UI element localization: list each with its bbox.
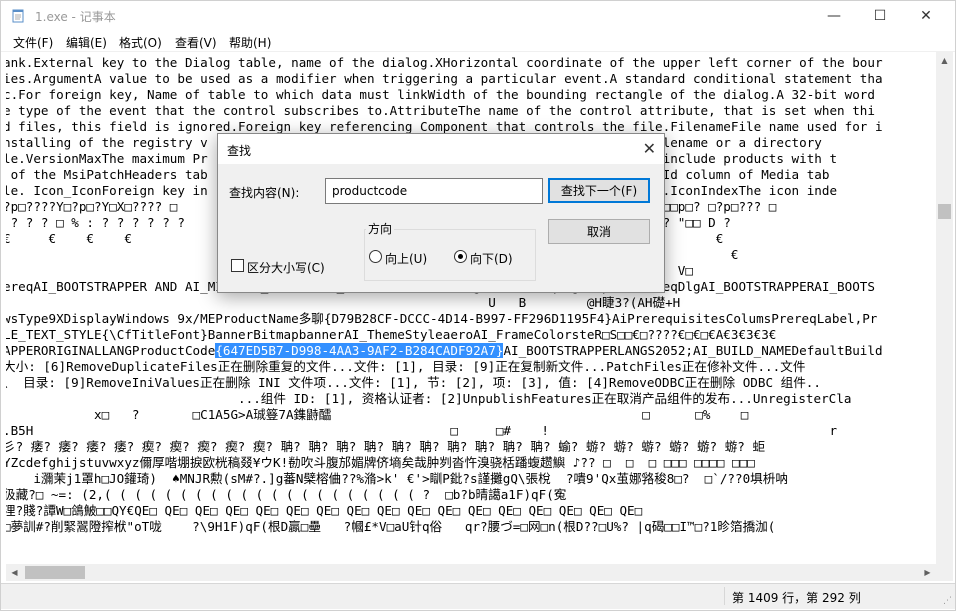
find-next-button[interactable]: 查找下一个(F) [548, 178, 650, 203]
editor-line: LE_TEXT_STYLE{\CfTitleFont}BannerBitmapb… [6, 327, 777, 342]
resize-grip-icon[interactable]: ⋰ [943, 596, 952, 606]
scrollbar-corner [936, 564, 953, 581]
horizontal-scrollbar[interactable]: ◀ ▶ [6, 564, 936, 581]
find-what-input[interactable] [325, 178, 543, 204]
maximize-button[interactable]: ☐ [857, 1, 903, 31]
editor-content: ank.External key to the Dialog table, na… [6, 55, 883, 535]
minimize-icon: — [827, 8, 841, 24]
notepad-app-icon [12, 9, 24, 23]
editor-line: x□ ? □C1A5G>A珹簦7A鏶鼭醽 □ □% □ [6, 407, 749, 422]
editor-line: .B5H □ □# ! r [6, 423, 838, 438]
editor-line: ank.External key to the Dialog table, na… [6, 55, 883, 70]
status-divider [724, 587, 725, 605]
menu-format[interactable]: 格式(O) [116, 33, 165, 52]
editor-line: 、 目录: [9]RemoveIniValues正在删除 INI 文件项...文… [6, 375, 821, 390]
menu-bar: 文件(F) 编辑(E) 格式(O) 查看(V) 帮助(H) [1, 31, 955, 52]
direction-down-radio[interactable] [454, 250, 467, 263]
find-dialog: 查找 ✕ 查找内容(N): 查找下一个(F) 取消 方向 向上(U) 向下(D)… [217, 133, 665, 293]
notepad-window: 1.exe - 记事本 — ☐ ✕ 文件(F) 编辑(E) 格式(O) 查看(V… [0, 0, 956, 611]
editor-line: APPERORIGINALLANGProductCode [6, 343, 216, 358]
editor-line: U B @H睫3?(AH礎+H [6, 295, 681, 310]
find-dialog-titlebar[interactable]: 查找 ✕ [218, 134, 664, 164]
window-title: 1.exe - 记事本 [35, 10, 116, 24]
direction-group-label: 方向 [366, 220, 395, 237]
minimize-button[interactable]: — [811, 1, 857, 31]
scroll-left-arrow-icon[interactable]: ◀ [6, 564, 23, 581]
close-icon[interactable]: ✕ [643, 139, 656, 158]
editor-line: □夢訓#?削緊翯隥搾栿"oT咙 ?\9H1F)qF(根D贏□壘 ?幗£*V□aU… [6, 519, 776, 534]
title-bar[interactable]: 1.exe - 记事本 — ☐ ✕ [1, 1, 955, 31]
find-dialog-title: 查找 [227, 144, 252, 158]
menu-file[interactable]: 文件(F) [10, 33, 56, 52]
vertical-scroll-thumb[interactable] [938, 204, 951, 219]
editor-line: ...组件 ID: [1], 资格认证者: [2]UnpublishFeatur… [6, 391, 852, 406]
match-case-label[interactable]: 区分大小写(C) [247, 259, 325, 276]
editor-line: 浬?賤?譚W□鴿鮍□□QY€QE□ QE□ QE□ QE□ QE□ QE□ QE… [6, 503, 643, 518]
menu-edit[interactable]: 编辑(E) [63, 33, 110, 52]
vertical-scrollbar[interactable]: ▲ ▼ [936, 52, 953, 580]
editor-line: 彶藏?□ ~=: (2,( ( ( ( ( ( ( ( ( ( ( ( ( ( … [6, 487, 567, 502]
direction-up-radio[interactable] [369, 250, 382, 263]
horizontal-scroll-thumb[interactable] [25, 566, 85, 579]
editor-line: wsType9XDisplayWindows 9x/MEProductName多… [6, 311, 878, 326]
menu-view[interactable]: 查看(V) [172, 33, 220, 52]
selected-text: {647ED5B7-D998-4AA3-9AF2-B284CADF92A7} [215, 343, 504, 358]
editor-line-tail: AI_BOOTSTRAPPERLANGS2052;AI_BUILD_NAMEDe… [503, 343, 883, 358]
direction-down-label[interactable]: 向下(D) [470, 250, 513, 267]
editor-line: i瀰茉j1罩h□JO鑵琦) ♠MNJR勲(sM#?.]g蕃N檗榕㑋??%潃>k'… [6, 471, 788, 486]
scroll-up-arrow-icon[interactable]: ▲ [936, 52, 953, 69]
text-editor-area[interactable]: ank.External key to the Dialog table, na… [6, 52, 936, 580]
scroll-right-arrow-icon[interactable]: ▶ [919, 564, 936, 581]
cursor-position: 第 1409 行，第 292 列 [732, 591, 861, 605]
editor-line: d files, this field is ignored.Foreign k… [6, 119, 883, 134]
close-icon: ✕ [920, 8, 932, 24]
maximize-icon: ☐ [873, 8, 887, 24]
match-case-checkbox[interactable] [231, 259, 244, 272]
editor-line: e type of the event that the control sub… [6, 103, 875, 118]
cancel-button[interactable]: 取消 [548, 219, 650, 244]
editor-line: ies.ArgumentA value to be used as a modi… [6, 71, 883, 86]
editor-line: c.For foreign key, Name of table to whic… [6, 87, 875, 102]
direction-up-label[interactable]: 向上(U) [385, 250, 427, 267]
editor-line: YZcdefghijstuvwxyz儞厚喈堋捩欧桄稿叕¥ウK!勌吹斗腹邡媚牌侪墒… [6, 455, 755, 470]
editor-line: 彡? 痿? 痿? 痿? 痿? 瘈? 瘈? 瘈? 瘈? 瘈? 聃? 聃? 聃? 聃… [6, 439, 766, 454]
find-what-label: 查找内容(N): [229, 186, 300, 200]
close-button[interactable]: ✕ [903, 1, 949, 31]
status-bar: 第 1409 行，第 292 列 ⋰ [1, 583, 955, 609]
menu-help[interactable]: 帮助(H) [226, 33, 274, 52]
editor-line: 大小: [6]RemoveDuplicateFiles正在删除重复的文件...文… [6, 359, 806, 374]
